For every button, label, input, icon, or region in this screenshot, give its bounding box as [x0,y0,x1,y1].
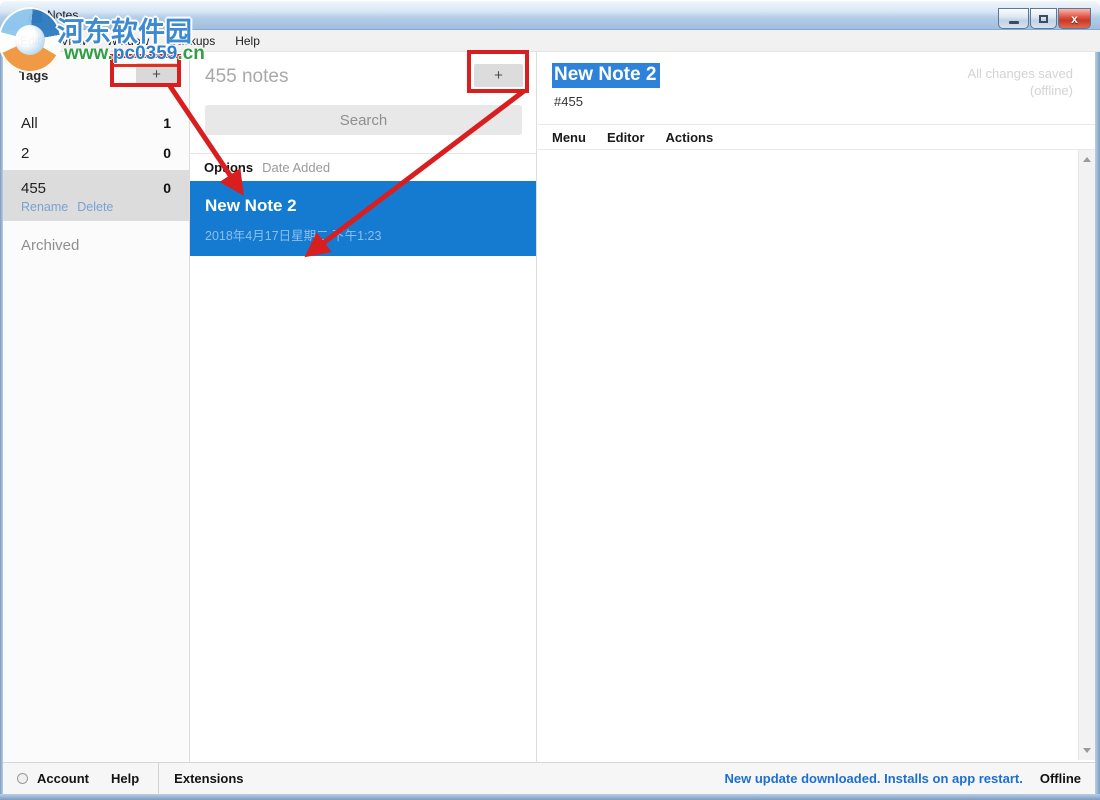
scroll-down-icon[interactable] [1083,748,1091,753]
notes-count-label: 455 notes [205,66,289,87]
save-status-line1: All changes saved [967,66,1073,81]
offline-status-label: Offline [1039,771,1081,786]
add-tag-button[interactable]: + [136,63,177,85]
tag-label: All [21,114,38,132]
app-window: Notes x Edit View Window Backups Help Ta… [0,0,1100,800]
note-title-input[interactable]: New Note 2 [552,63,661,88]
tag-actions: Rename Delete [3,200,189,214]
sidebar-item-455[interactable]: 455 0 [3,170,189,200]
tag-label: 455 [21,179,47,197]
window-title: Notes [47,8,79,22]
note-item-title: New Note 2 [205,196,297,215]
minimize-icon [1008,20,1019,24]
editor-scrollbar[interactable] [1078,150,1095,760]
add-note-button[interactable]: + [474,64,523,87]
save-status: All changes saved (offline) [967,65,1073,99]
scroll-up-icon[interactable] [1083,157,1091,162]
account-status-icon [17,773,28,784]
tag-count: 0 [163,145,171,161]
sidebar-item-455-selected[interactable]: 455 0 Rename Delete [3,170,189,221]
options-button[interactable]: Options [204,160,253,175]
account-button[interactable]: Account [37,771,89,786]
menu-edit[interactable]: Edit [10,30,51,52]
window-border-bottom [0,794,1100,800]
notes-list-header: 455 notes + [190,52,536,96]
search-input[interactable]: Search [205,105,522,135]
editor-menu-editor[interactable]: Editor [607,130,645,145]
minimize-button[interactable] [998,8,1029,29]
editor-panel: New Note 2 #455 All changes saved (offli… [538,52,1095,762]
update-notice-link[interactable]: New update downloaded. Installs on app r… [725,771,1023,786]
maximize-button[interactable] [1030,8,1057,29]
menu-bar: Edit View Window Backups Help [0,30,1100,52]
tag-label: 2 [21,144,30,162]
menu-backups[interactable]: Backups [159,30,225,52]
tags-title: Tags [19,68,49,83]
sidebar-item-2[interactable]: 2 0 [3,138,189,168]
tag-count: 1 [163,115,171,131]
tags-sidebar: Tags + All 1 2 0 455 0 Rename Delete Arc… [3,52,190,762]
close-icon: x [1071,11,1078,26]
menu-window[interactable]: Window [96,30,159,52]
sort-mode-label[interactable]: Date Added [262,160,330,175]
help-button[interactable]: Help [111,771,139,786]
editor-menu-menu[interactable]: Menu [552,130,586,145]
editor-menu-bar: Menu Editor Actions [538,124,1095,150]
editor-header: New Note 2 #455 All changes saved (offli… [538,52,1095,124]
tag-count: 0 [163,180,171,196]
status-bar: Account Help Extensions New update downl… [3,762,1095,795]
menu-help[interactable]: Help [225,30,270,52]
app-icon [28,9,42,23]
note-list-item-selected[interactable]: New Note 2 2018年4月17日星期二 下午1:23 [190,181,536,256]
close-button[interactable]: x [1058,8,1091,29]
title-bar: Notes x [0,0,1100,30]
menu-view[interactable]: View [51,30,97,52]
tags-list: All 1 2 0 455 0 Rename Delete Archived [3,108,189,254]
note-content-area[interactable] [538,150,1095,760]
note-item-date: 2018年4月17日星期二 下午1:23 [205,229,382,243]
sidebar-item-all[interactable]: All 1 [3,108,189,138]
notes-list-panel: 455 notes + Search Options Date Added Ne… [190,52,537,762]
delete-tag-link[interactable]: Delete [77,200,113,214]
extensions-button[interactable]: Extensions [174,771,243,786]
notes-list-toolbar: Options Date Added [190,153,536,181]
rename-tag-link[interactable]: Rename [21,200,68,214]
editor-menu-actions[interactable]: Actions [666,130,714,145]
save-status-line2: (offline) [1029,83,1073,98]
sidebar-item-archived[interactable]: Archived [3,237,189,254]
footer-divider [158,762,160,795]
tags-header: Tags + [3,52,189,96]
maximize-icon [1039,14,1048,23]
window-border-right [1095,52,1100,800]
